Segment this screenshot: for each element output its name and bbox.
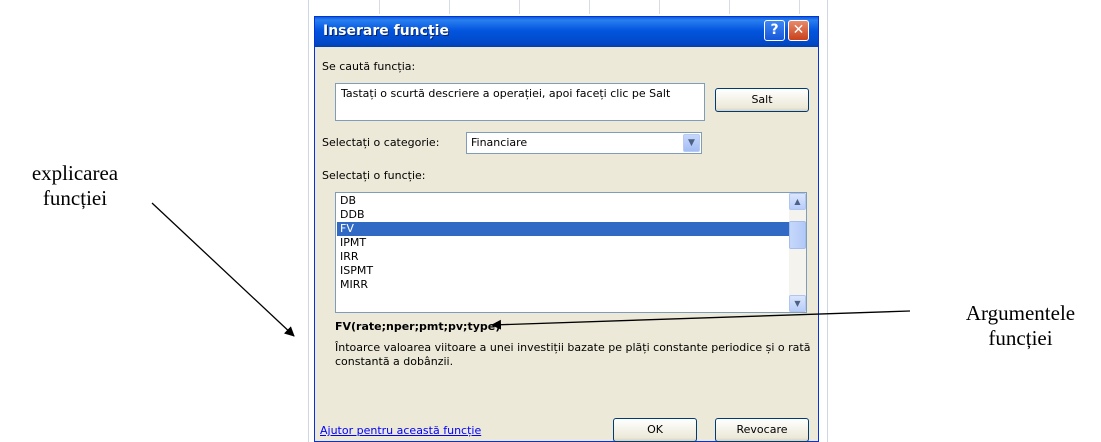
- close-button[interactable]: ✕: [788, 20, 809, 41]
- category-value: Financiare: [471, 136, 528, 149]
- ok-button[interactable]: OK: [613, 418, 697, 442]
- help-link[interactable]: Ajutor pentru această funcție: [320, 424, 481, 437]
- annotation-line: Argumentele: [965, 301, 1076, 325]
- annotation-function-arguments: Argumentele funcției: [940, 301, 1101, 351]
- help-button[interactable]: ?: [764, 20, 785, 41]
- grid-line: [799, 0, 800, 14]
- scrollbar-thumb[interactable]: [789, 221, 806, 249]
- question-icon: ?: [770, 22, 779, 38]
- category-label: Selectați o categorie:: [322, 136, 440, 149]
- list-item[interactable]: IRR: [337, 250, 789, 264]
- dialog-title: Inserare funcție: [323, 23, 449, 39]
- category-select[interactable]: Financiare ▼: [466, 132, 702, 154]
- search-label: Se caută funcția:: [322, 60, 416, 73]
- annotation-line: funcției: [42, 186, 108, 210]
- search-input[interactable]: Tastați o scurtă descriere a operației, …: [335, 83, 705, 121]
- annotation-function-explanation: explicarea funcției: [0, 161, 150, 211]
- grid-line: [659, 0, 660, 14]
- list-item[interactable]: MIRR: [337, 278, 789, 292]
- list-item[interactable]: ISPMT: [337, 264, 789, 278]
- grid-line: [519, 0, 520, 14]
- annotation-line: explicarea: [31, 161, 119, 185]
- search-input-text: Tastați o scurtă descriere a operației, …: [341, 87, 671, 100]
- function-list-label: Selectați o funcție:: [322, 169, 426, 182]
- grid-line: [379, 0, 380, 14]
- close-icon: ✕: [792, 22, 805, 38]
- annotation-line: funcției: [988, 326, 1053, 350]
- list-item-selected[interactable]: FV: [337, 222, 789, 236]
- arrow-down-icon[interactable]: ▼: [789, 295, 806, 312]
- function-list[interactable]: DB DDB FV IPMT IRR ISPMT MIRR ▲ ▼: [335, 192, 807, 313]
- function-description: Întoarce valoarea viitoare a unei invest…: [335, 341, 811, 368]
- cancel-button[interactable]: Revocare: [715, 418, 809, 442]
- list-item[interactable]: IPMT: [337, 236, 789, 250]
- insert-function-dialog: Inserare funcție ? ✕ Se caută funcția: T…: [314, 16, 819, 442]
- grid-line: [589, 0, 590, 14]
- function-syntax: FV(rate;nper;pmt;pv;type): [335, 320, 501, 333]
- arrow-to-description: [151, 202, 295, 337]
- list-item[interactable]: DDB: [337, 208, 789, 222]
- arrow-up-icon[interactable]: ▲: [789, 193, 806, 210]
- list-item[interactable]: DB: [337, 194, 789, 208]
- grid-line: [449, 0, 450, 14]
- chevron-down-icon[interactable]: ▼: [683, 134, 700, 152]
- vertical-scrollbar[interactable]: ▲ ▼: [789, 193, 806, 312]
- grid-line: [729, 0, 730, 14]
- go-button[interactable]: Salt: [715, 88, 809, 112]
- dialog-titlebar[interactable]: Inserare funcție ? ✕: [315, 17, 818, 47]
